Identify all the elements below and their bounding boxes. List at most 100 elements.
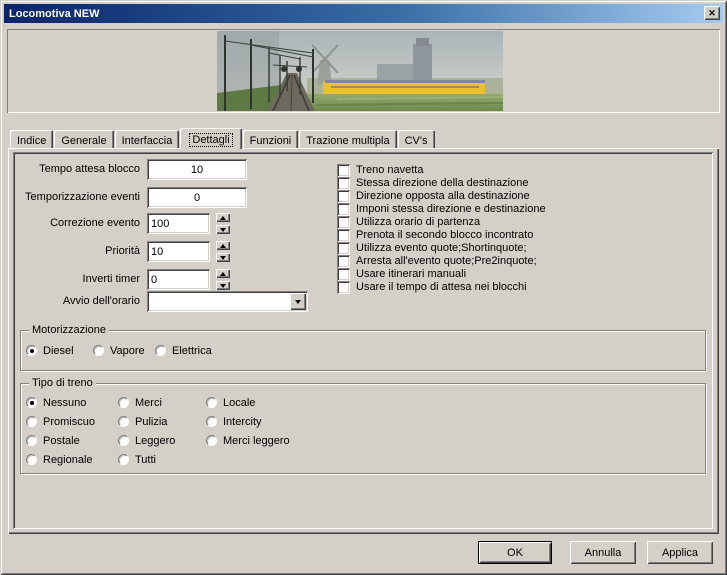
radio-nessuno[interactable]: Nessuno bbox=[26, 396, 86, 409]
correzione-input[interactable] bbox=[147, 213, 210, 234]
radio-locale[interactable]: Locale bbox=[206, 396, 255, 409]
radio-regionale[interactable]: Regionale bbox=[26, 453, 93, 466]
checkbox-box[interactable] bbox=[337, 255, 350, 268]
checkbox-box[interactable] bbox=[337, 229, 350, 242]
tab-cvs[interactable]: CV's bbox=[398, 130, 435, 149]
checkbox-box[interactable] bbox=[337, 242, 350, 255]
radio-pulizia[interactable]: Pulizia bbox=[118, 415, 167, 428]
inverti-timer-spinner bbox=[216, 269, 230, 290]
checkbox-label: Stessa direzione della destinazione bbox=[356, 177, 528, 190]
radio-merci[interactable]: Merci bbox=[118, 396, 162, 409]
radio-label: Locale bbox=[223, 397, 255, 409]
radio-label: Vapore bbox=[110, 345, 145, 357]
title-bar[interactable]: Locomotiva NEW ✕ bbox=[4, 4, 723, 23]
checkbox-treno-navetta[interactable]: Treno navetta bbox=[337, 164, 423, 177]
checkbox-box[interactable] bbox=[337, 177, 350, 190]
tab-label: Interfaccia bbox=[122, 135, 173, 147]
ok-button[interactable]: OK bbox=[478, 541, 552, 564]
window-title: Locomotiva NEW bbox=[9, 8, 99, 20]
radio-promiscuo[interactable]: Promiscuo bbox=[26, 415, 95, 428]
checkbox-box[interactable] bbox=[337, 281, 350, 294]
radio-vapore[interactable]: Vapore bbox=[93, 344, 145, 357]
radio-dot[interactable] bbox=[26, 435, 37, 446]
motorizzazione-group-title: Motorizzazione bbox=[29, 323, 109, 337]
radio-dot[interactable] bbox=[26, 454, 37, 465]
checkbox-imponi-direzione[interactable]: Imponi stessa direzione e destinazione bbox=[337, 203, 546, 216]
chevron-down-icon bbox=[295, 300, 301, 304]
checkbox-prenota-blocco[interactable]: Prenota il secondo blocco incontrato bbox=[337, 229, 533, 242]
checkbox-box[interactable] bbox=[337, 203, 350, 216]
tab-label: Funzioni bbox=[250, 135, 292, 147]
applica-button[interactable]: Applica bbox=[647, 541, 713, 564]
radio-label: Postale bbox=[43, 435, 80, 447]
tab-funzioni[interactable]: Funzioni bbox=[243, 130, 299, 149]
spin-up-button[interactable] bbox=[216, 241, 230, 250]
checkbox-arresta-evento[interactable]: Arresta all'evento quote;Pre2inquote; bbox=[337, 255, 537, 268]
checkbox-label: Prenota il secondo blocco incontrato bbox=[356, 229, 533, 242]
checkbox-box[interactable] bbox=[337, 164, 350, 177]
radio-dot[interactable] bbox=[26, 397, 37, 408]
priorita-input[interactable] bbox=[147, 241, 210, 262]
radio-label: Promiscuo bbox=[43, 416, 95, 428]
spin-down-button[interactable] bbox=[216, 225, 230, 234]
radio-dot[interactable] bbox=[206, 397, 217, 408]
radio-leggero[interactable]: Leggero bbox=[118, 434, 175, 447]
radio-dot[interactable] bbox=[93, 345, 104, 356]
radio-dot[interactable] bbox=[155, 345, 166, 356]
checkbox-label: Treno navetta bbox=[356, 164, 423, 177]
radio-dot[interactable] bbox=[206, 416, 217, 427]
checkbox-utilizza-orario[interactable]: Utilizza orario di partenza bbox=[337, 216, 480, 229]
avvio-orario-label: Avvio dell'orario bbox=[15, 291, 140, 312]
checkbox-evento-shortin[interactable]: Utilizza evento quote;Shortinquote; bbox=[337, 242, 527, 255]
chevron-down-icon bbox=[220, 284, 226, 288]
spin-down-button[interactable] bbox=[216, 281, 230, 290]
tab-indice[interactable]: Indice bbox=[10, 130, 53, 149]
checkbox-direzione-opposta[interactable]: Direzione opposta alla destinazione bbox=[337, 190, 530, 203]
radio-elettrica[interactable]: Elettrica bbox=[155, 344, 212, 357]
tempo-attesa-input[interactable] bbox=[147, 159, 247, 180]
spin-up-button[interactable] bbox=[216, 269, 230, 278]
spin-up-button[interactable] bbox=[216, 213, 230, 222]
radio-dot[interactable] bbox=[118, 416, 129, 427]
radio-dot[interactable] bbox=[26, 345, 37, 356]
combobox-dropdown-button[interactable] bbox=[290, 293, 306, 310]
checkbox-box[interactable] bbox=[337, 190, 350, 203]
checkbox-box[interactable] bbox=[337, 216, 350, 229]
checkbox-itinerari-manuali[interactable]: Usare itinerari manuali bbox=[337, 268, 466, 281]
checkbox-stessa-direzione[interactable]: Stessa direzione della destinazione bbox=[337, 177, 528, 190]
radio-label: Leggero bbox=[135, 435, 175, 447]
radio-label: Nessuno bbox=[43, 397, 86, 409]
inverti-timer-input[interactable] bbox=[147, 269, 210, 290]
radio-dot[interactable] bbox=[118, 454, 129, 465]
banner-panel bbox=[7, 29, 720, 113]
checkbox-tempo-attesa-blocchi[interactable]: Usare il tempo di attesa nei blocchi bbox=[337, 281, 527, 294]
close-icon: ✕ bbox=[708, 9, 716, 18]
radio-label: Merci leggero bbox=[223, 435, 290, 447]
checkbox-box[interactable] bbox=[337, 268, 350, 281]
radio-intercity[interactable]: Intercity bbox=[206, 415, 262, 428]
radio-dot[interactable] bbox=[206, 435, 217, 446]
radio-dot[interactable] bbox=[118, 397, 129, 408]
checkbox-label: Imponi stessa direzione e destinazione bbox=[356, 203, 546, 216]
radio-merci-leggero[interactable]: Merci leggero bbox=[206, 434, 290, 447]
tab-dettagli[interactable]: Dettagli bbox=[180, 128, 241, 149]
radio-tutti[interactable]: Tutti bbox=[118, 453, 156, 466]
spin-down-button[interactable] bbox=[216, 253, 230, 262]
radio-dot[interactable] bbox=[26, 416, 37, 427]
banner-photo bbox=[217, 31, 503, 111]
close-button[interactable]: ✕ bbox=[704, 6, 720, 20]
tab-trazione-multipla[interactable]: Trazione multipla bbox=[299, 130, 396, 149]
radio-postale[interactable]: Postale bbox=[26, 434, 80, 447]
annulla-button[interactable]: Annulla bbox=[570, 541, 636, 564]
radio-dot[interactable] bbox=[118, 435, 129, 446]
radio-label: Merci bbox=[135, 397, 162, 409]
checkbox-label: Utilizza evento quote;Shortinquote; bbox=[356, 242, 527, 255]
radio-diesel[interactable]: Diesel bbox=[26, 344, 74, 357]
avvio-orario-combobox[interactable] bbox=[147, 291, 308, 312]
tab-generale[interactable]: Generale bbox=[54, 130, 113, 149]
tab-interfaccia[interactable]: Interfaccia bbox=[115, 130, 180, 149]
correzione-label: Correzione evento bbox=[15, 213, 140, 234]
checkbox-label: Arresta all'evento quote;Pre2inquote; bbox=[356, 255, 537, 268]
tab-label: Trazione multipla bbox=[306, 135, 389, 147]
temporizzazione-input[interactable] bbox=[147, 187, 247, 208]
